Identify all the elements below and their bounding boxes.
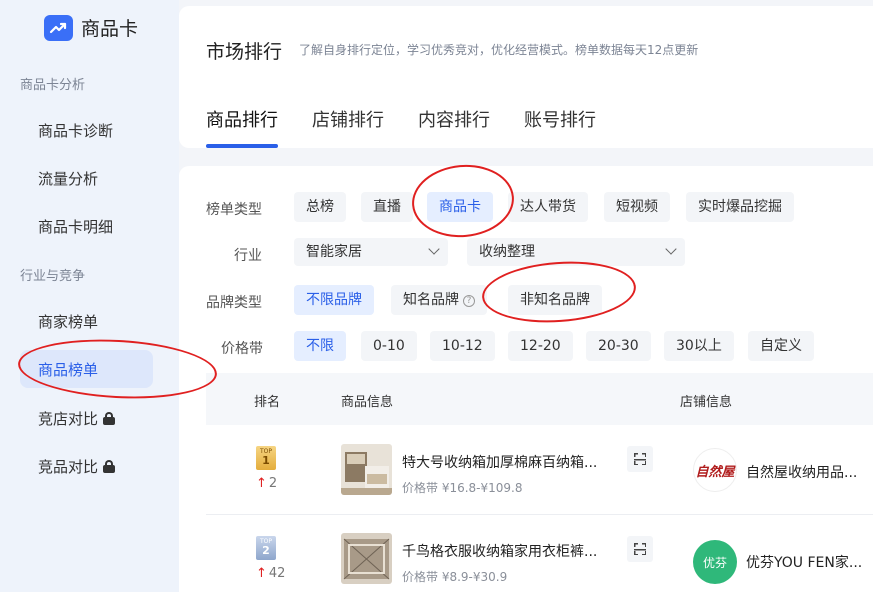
rank-badge: TOP 2 [256, 536, 276, 560]
chip-overall[interactable]: 总榜 [294, 192, 346, 222]
filter-label-list-type: 榜单类型 [206, 202, 262, 218]
product-thumbnail[interactable] [341, 444, 392, 495]
filter-label-industry: 行业 [234, 248, 262, 264]
tab-bar: 商品排行 店铺排行 内容排行 账号排行 [206, 106, 630, 148]
rank-change: ↑ 42 [256, 566, 285, 581]
sidebar-item-store-comparison[interactable]: 竞店对比 [38, 408, 116, 429]
store-name[interactable]: 自然屋收纳用品... [746, 462, 857, 482]
filter-label-price-band: 价格带 [221, 341, 263, 357]
chip-label: 知名品牌 [403, 292, 459, 308]
store-logo-text: 自然屋 [695, 464, 735, 480]
tab-product-ranking[interactable]: 商品排行 [206, 106, 278, 148]
product-thumbnail[interactable] [341, 533, 392, 584]
product-name[interactable]: 千鸟格衣服收纳箱家用衣柜裤... [402, 541, 597, 561]
chevron-down-icon [428, 243, 440, 255]
sidebar-group-title: 行业与竞争 [20, 269, 86, 284]
store-name[interactable]: 优芬YOU FEN家... [746, 552, 862, 572]
column-header-product: 商品信息 [341, 395, 394, 410]
sidebar-item-label: 流量分析 [38, 170, 99, 188]
scan-icon[interactable] [627, 446, 653, 472]
sidebar-item-label: 商家榜单 [38, 313, 99, 331]
sidebar-item-label: 商品榜单 [38, 360, 99, 379]
table-row[interactable]: TOP 1 ↑ 2 特大号收纳箱加厚棉麻百纳箱... 价格带 ¥16.8-¥109… [206, 426, 873, 515]
chip-price-custom[interactable]: 自定义 [748, 331, 814, 361]
chip-price-0-10[interactable]: 0-10 [361, 331, 417, 361]
app-logo[interactable]: 商品卡 [44, 14, 138, 41]
chip-live[interactable]: 直播 [361, 192, 413, 222]
industry-primary-select[interactable]: 智能家居 [294, 238, 448, 266]
chip-product-card[interactable]: 商品卡 [427, 192, 493, 222]
help-icon[interactable]: ? [463, 295, 475, 307]
rank-number: 2 [262, 544, 270, 557]
tab-content-ranking[interactable]: 内容排行 [418, 106, 490, 148]
sidebar-item-label: 商品卡诊断 [38, 122, 114, 140]
trend-chart-icon [44, 14, 73, 41]
sidebar-item-product-card-diagnosis[interactable]: 商品卡诊断 [38, 120, 113, 141]
header-card: 市场排行 了解自身排行定位，学习优秀竞对，优化经营模式。榜单数据每天12点更新 … [179, 6, 873, 148]
chip-any-brand[interactable]: 不限品牌 [294, 285, 374, 315]
select-value: 智能家居 [306, 244, 362, 260]
rank-change: ↑ 2 [256, 476, 277, 491]
sidebar-item-traffic-analysis[interactable]: 流量分析 [38, 168, 98, 189]
scan-icon[interactable] [627, 536, 653, 562]
chip-price-any[interactable]: 不限 [294, 331, 346, 361]
arrow-up-icon: ↑ [256, 476, 267, 491]
sidebar-group-title: 商品卡分析 [20, 78, 86, 93]
table-row[interactable]: TOP 2 ↑ 42 千鸟格衣服收纳箱家用衣柜裤... 价格带 ¥8.9-¥30.… [206, 516, 873, 592]
column-header-rank: 排名 [254, 395, 281, 410]
filter-label-brand-type: 品牌类型 [206, 295, 262, 311]
store-logo[interactable]: 自然屋 [693, 448, 737, 492]
chip-non-famous-brand[interactable]: 非知名品牌 [508, 285, 602, 315]
chip-short-video[interactable]: 短视频 [604, 192, 670, 222]
sidebar: 商品卡 商品卡分析 商品卡诊断 流量分析 商品卡明细 行业与竞争 商家榜单 商品… [0, 0, 179, 592]
page-description: 了解自身排行定位，学习优秀竞对，优化经营模式。榜单数据每天12点更新 [299, 43, 699, 57]
rank-change-value: 42 [268, 566, 286, 581]
store-logo-text: 优芬 [702, 555, 727, 570]
tab-store-ranking[interactable]: 店铺排行 [312, 106, 384, 148]
sidebar-item-label: 竞店对比 [38, 410, 99, 428]
rank-number: 1 [262, 454, 270, 467]
chip-price-12-20[interactable]: 12-20 [508, 331, 573, 361]
ranking-panel: 榜单类型 总榜 直播 商品卡 达人带货 短视频 实时爆品挖掘 行业 智能家居 收… [179, 166, 873, 592]
price-range: 价格带 ¥16.8-¥109.8 [402, 481, 523, 495]
chip-influencer-sales[interactable]: 达人带货 [508, 192, 588, 222]
chip-price-10-12[interactable]: 10-12 [430, 331, 495, 361]
sidebar-item-product-card-details[interactable]: 商品卡明细 [38, 216, 113, 237]
sidebar-item-product-ranking[interactable]: 商品榜单 [20, 350, 153, 388]
sidebar-item-label: 竞品对比 [38, 458, 99, 476]
sidebar-item-label: 商品卡明细 [38, 218, 114, 236]
table-header: 排名 商品信息 店铺信息 [206, 373, 873, 425]
app-title: 商品卡 [81, 18, 139, 40]
chip-price-20-30[interactable]: 20-30 [586, 331, 651, 361]
chip-famous-brand[interactable]: 知名品牌? [391, 285, 487, 315]
lock-icon [103, 412, 116, 425]
chip-realtime-hot[interactable]: 实时爆品挖掘 [686, 192, 794, 222]
product-name[interactable]: 特大号收纳箱加厚棉麻百纳箱... [402, 452, 597, 472]
price-range: 价格带 ¥8.9-¥30.9 [402, 570, 508, 584]
select-value: 收纳整理 [479, 244, 535, 260]
store-logo[interactable]: 优芬 [693, 540, 737, 584]
page-title: 市场排行 [206, 41, 283, 63]
rank-badge: TOP 1 [256, 446, 276, 470]
arrow-up-icon: ↑ [256, 566, 267, 581]
column-header-store: 店铺信息 [680, 395, 733, 410]
rank-change-value: 2 [268, 476, 278, 491]
chevron-down-icon [665, 243, 677, 255]
industry-secondary-select[interactable]: 收纳整理 [467, 238, 685, 266]
chip-price-30-plus[interactable]: 30以上 [664, 331, 734, 361]
sidebar-item-product-comparison[interactable]: 竞品对比 [38, 456, 116, 477]
lock-icon [103, 460, 116, 473]
sidebar-item-merchant-ranking[interactable]: 商家榜单 [38, 311, 98, 332]
tab-account-ranking[interactable]: 账号排行 [524, 106, 596, 148]
